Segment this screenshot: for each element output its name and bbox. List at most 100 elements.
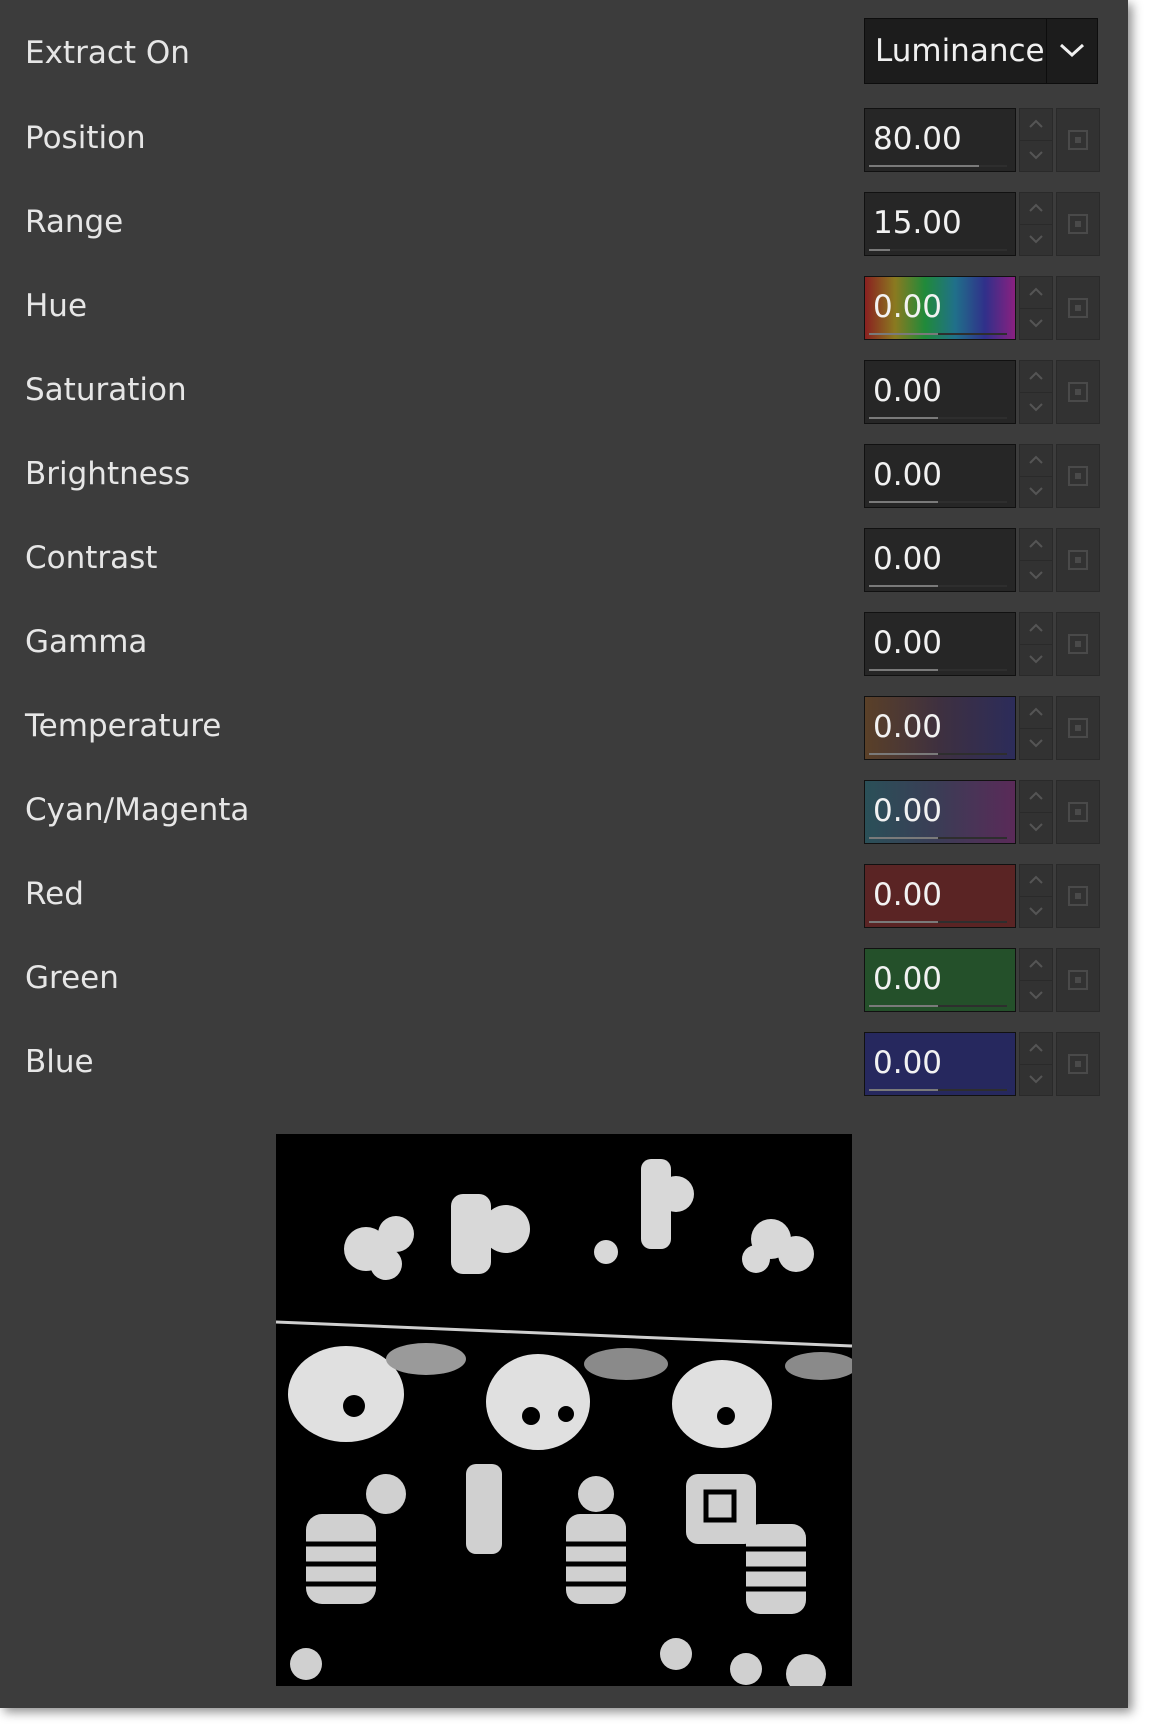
param-value-field[interactable]: 0.00 — [864, 444, 1016, 508]
spin-down-icon[interactable] — [1020, 812, 1052, 843]
param-slider-fill — [869, 1005, 938, 1007]
param-label: Cyan/Magenta — [25, 792, 250, 828]
spin-up-icon[interactable] — [1020, 1033, 1052, 1065]
param-value: 0.00 — [873, 541, 943, 577]
param-row: Green 0.00 — [0, 944, 1128, 1014]
spin-down-icon[interactable] — [1020, 1064, 1052, 1095]
keyframe-icon[interactable] — [1056, 444, 1100, 508]
param-spinner — [1019, 444, 1053, 508]
param-row: Cyan/Magenta 0.00 — [0, 776, 1128, 846]
param-slider-fill — [869, 669, 938, 671]
param-spinner — [1019, 948, 1053, 1012]
spin-down-icon[interactable] — [1020, 560, 1052, 591]
param-value-field[interactable]: 0.00 — [864, 276, 1016, 340]
param-spinner — [1019, 1032, 1053, 1096]
spin-up-icon[interactable] — [1020, 445, 1052, 477]
keyframe-icon[interactable] — [1056, 1032, 1100, 1096]
preview-image — [275, 1134, 857, 1694]
spin-down-icon[interactable] — [1020, 308, 1052, 339]
param-slider-track — [869, 417, 1007, 419]
param-spinner — [1019, 780, 1053, 844]
param-row: Position 80.00 — [0, 104, 1128, 174]
param-label: Contrast — [25, 540, 158, 576]
param-value-field[interactable]: 0.00 — [864, 360, 1016, 424]
keyframe-icon[interactable] — [1056, 864, 1100, 928]
param-slider-fill — [869, 249, 890, 251]
param-value-field[interactable]: 0.00 — [864, 1032, 1016, 1096]
param-slider-track — [869, 1005, 1007, 1007]
param-label: Position — [25, 120, 146, 156]
param-spinner — [1019, 360, 1053, 424]
keyframe-icon[interactable] — [1056, 780, 1100, 844]
spin-up-icon[interactable] — [1020, 193, 1052, 225]
spin-down-icon[interactable] — [1020, 644, 1052, 675]
param-row: Red 0.00 — [0, 860, 1128, 930]
spin-up-icon[interactable] — [1020, 529, 1052, 561]
param-spinner — [1019, 696, 1053, 760]
param-label: Gamma — [25, 624, 148, 660]
param-slider-fill — [869, 753, 938, 755]
param-slider-fill — [869, 165, 980, 167]
keyframe-icon[interactable] — [1056, 360, 1100, 424]
param-spinner — [1019, 276, 1053, 340]
param-value-field[interactable]: 80.00 — [864, 108, 1016, 172]
param-value-field[interactable]: 0.00 — [864, 780, 1016, 844]
spin-down-icon[interactable] — [1020, 140, 1052, 171]
spin-up-icon[interactable] — [1020, 949, 1052, 981]
extract-on-dropdown[interactable]: Luminance — [864, 18, 1098, 84]
spin-up-icon[interactable] — [1020, 109, 1052, 141]
spin-down-icon[interactable] — [1020, 980, 1052, 1011]
param-value: 0.00 — [873, 961, 943, 997]
param-slider-fill — [869, 333, 938, 335]
param-value: 0.00 — [873, 289, 943, 325]
keyframe-icon[interactable] — [1056, 276, 1100, 340]
param-slider-track — [869, 249, 1007, 251]
spin-up-icon[interactable] — [1020, 697, 1052, 729]
spin-down-icon[interactable] — [1020, 728, 1052, 759]
param-value-field[interactable]: 0.00 — [864, 948, 1016, 1012]
param-label: Brightness — [25, 456, 191, 492]
param-value: 0.00 — [873, 1045, 943, 1081]
param-slider-track — [869, 837, 1007, 839]
param-slider-fill — [869, 417, 938, 419]
param-value-field[interactable]: 15.00 — [864, 192, 1016, 256]
param-value: 0.00 — [873, 457, 943, 493]
param-value-field[interactable]: 0.00 — [864, 612, 1016, 676]
spin-down-icon[interactable] — [1020, 476, 1052, 507]
param-row: Saturation 0.00 — [0, 356, 1128, 426]
param-slider-fill — [869, 837, 938, 839]
param-row: Blue 0.00 — [0, 1028, 1128, 1098]
keyframe-icon[interactable] — [1056, 696, 1100, 760]
param-row: Brightness 0.00 — [0, 440, 1128, 510]
param-value: 0.00 — [873, 793, 943, 829]
param-slider-track — [869, 1089, 1007, 1091]
param-value: 80.00 — [873, 121, 962, 157]
param-value-field[interactable]: 0.00 — [864, 696, 1016, 760]
keyframe-icon[interactable] — [1056, 108, 1100, 172]
spin-up-icon[interactable] — [1020, 277, 1052, 309]
spin-down-icon[interactable] — [1020, 896, 1052, 927]
param-label: Range — [25, 204, 124, 240]
spin-down-icon[interactable] — [1020, 224, 1052, 255]
param-slider-track — [869, 585, 1007, 587]
spin-up-icon[interactable] — [1020, 781, 1052, 813]
param-slider-fill — [869, 585, 938, 587]
spin-down-icon[interactable] — [1020, 392, 1052, 423]
spin-up-icon[interactable] — [1020, 865, 1052, 897]
keyframe-icon[interactable] — [1056, 612, 1100, 676]
keyframe-icon[interactable] — [1056, 528, 1100, 592]
keyframe-icon[interactable] — [1056, 192, 1100, 256]
param-label: Blue — [25, 1044, 94, 1080]
param-value-field[interactable]: 0.00 — [864, 864, 1016, 928]
spin-up-icon[interactable] — [1020, 361, 1052, 393]
param-label: Green — [25, 960, 119, 996]
param-value-field[interactable]: 0.00 — [864, 528, 1016, 592]
param-slider-fill — [869, 921, 938, 923]
keyframe-icon[interactable] — [1056, 948, 1100, 1012]
param-slider-track — [869, 921, 1007, 923]
param-slider-track — [869, 753, 1007, 755]
param-row: Contrast 0.00 — [0, 524, 1128, 594]
chevron-down-icon[interactable] — [1046, 19, 1097, 83]
param-spinner — [1019, 612, 1053, 676]
spin-up-icon[interactable] — [1020, 613, 1052, 645]
